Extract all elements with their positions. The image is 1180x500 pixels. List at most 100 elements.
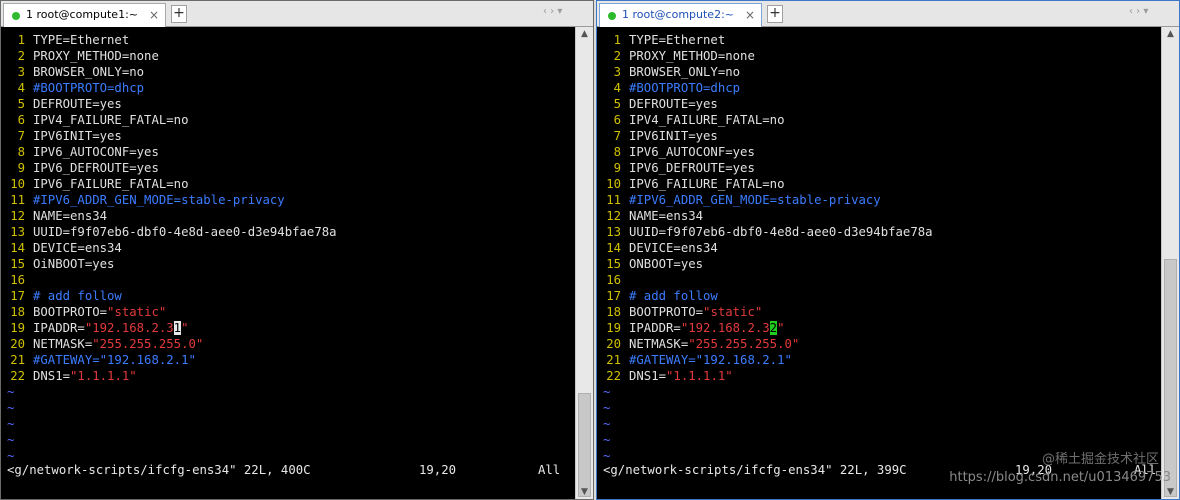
- code-line: 11 #IPV6_ADDR_GEN_MODE=stable-privacy: [597, 192, 1161, 208]
- line-text: BOOTPROTO=: [33, 305, 108, 319]
- code-line: 13 UUID=f9f07eb6-dbf0-4e8d-aee0-d3e94bfae…: [597, 224, 1161, 240]
- line-text: #GATEWAY="192.168.2.1": [629, 353, 792, 367]
- line-text: "static": [703, 305, 763, 319]
- line-text: TYPE=Ethernet: [629, 33, 726, 47]
- scrollbar[interactable]: ▲ ▼: [575, 27, 593, 499]
- line-text: DEVICE=ens34: [629, 241, 718, 255]
- terminal-pane-compute1[interactable]: 1 root@compute1:~ × + ‹ › ▾ 1 TYPE=Ethern…: [0, 0, 594, 500]
- code-line: 16: [1, 272, 575, 288]
- code-line: 19 IPADDR="192.168.2.32": [597, 320, 1161, 336]
- code-line: 5 DEFROUTE=yes: [597, 96, 1161, 112]
- line-number: 19: [606, 321, 621, 335]
- tab-scroll-nav[interactable]: ‹ › ▾: [1129, 6, 1148, 17]
- scroll-down-icon[interactable]: ▼: [1162, 487, 1179, 497]
- code-line: 7 IPV6INIT=yes: [597, 128, 1161, 144]
- code-line: 10 IPV6_FAILURE_FATAL=no: [1, 176, 575, 192]
- scrollbar[interactable]: ▲ ▼: [1161, 27, 1179, 499]
- code-line: 20 NETMASK="255.255.255.0": [597, 336, 1161, 352]
- status-scroll: All: [538, 463, 561, 477]
- terminal-screen[interactable]: 1 TYPE=Ethernet 2 PROXY_METHOD=none 3 BROWS…: [597, 27, 1161, 499]
- line-text: #BOOTPROTO=dhcp: [33, 81, 145, 95]
- code-line: 8 IPV6_AUTOCONF=yes: [597, 144, 1161, 160]
- line-text: OiNBOOT=yes: [33, 257, 115, 271]
- line-number: 19: [10, 321, 25, 335]
- line-number: 15: [10, 257, 25, 271]
- line-text: NAME=ens34: [629, 209, 704, 223]
- line-text: IPV6_DEFROUTE=yes: [33, 161, 159, 175]
- code-line: 10 IPV6_FAILURE_FATAL=no: [597, 176, 1161, 192]
- line-text: IPADDR=: [629, 321, 681, 335]
- scroll-up-icon[interactable]: ▲: [1162, 29, 1179, 39]
- line-text: BROWSER_ONLY=no: [629, 65, 741, 79]
- code-line: 4 #BOOTPROTO=dhcp: [597, 80, 1161, 96]
- line-text: IPV6INIT=yes: [33, 129, 122, 143]
- code-line: 6 IPV4_FAILURE_FATAL=no: [597, 112, 1161, 128]
- tab-label: 1 root@compute2:~: [622, 8, 734, 21]
- line-number: 1: [17, 33, 25, 47]
- code-line: 1 TYPE=Ethernet: [597, 32, 1161, 48]
- line-number: 13: [10, 225, 25, 239]
- code-line: 21 #GATEWAY="192.168.2.1": [1, 352, 575, 368]
- empty-line-marker: ~: [603, 385, 611, 399]
- line-text: IPADDR=: [33, 321, 85, 335]
- empty-line-marker: ~: [603, 417, 611, 431]
- line-number: 12: [606, 209, 621, 223]
- code-line: 9 IPV6_DEFROUTE=yes: [597, 160, 1161, 176]
- line-text: IPV6_FAILURE_FATAL=no: [629, 177, 785, 191]
- code-line: 9 IPV6_DEFROUTE=yes: [1, 160, 575, 176]
- line-text: IPV6_FAILURE_FATAL=no: [33, 177, 189, 191]
- line-number: 1: [613, 33, 621, 47]
- line-number: 11: [10, 193, 25, 207]
- terminal-screen[interactable]: 1 TYPE=Ethernet 2 PROXY_METHOD=none 3 BROWS…: [1, 27, 575, 499]
- line-text: BROWSER_ONLY=no: [33, 65, 145, 79]
- line-text: "1.1.1.1": [70, 369, 137, 383]
- line-text: PROXY_METHOD=none: [33, 49, 159, 63]
- line-number: 18: [606, 305, 621, 319]
- tab-scroll-nav[interactable]: ‹ › ▾: [543, 6, 562, 17]
- line-number: 4: [17, 81, 25, 95]
- close-icon[interactable]: ×: [149, 4, 159, 26]
- status-position: 19,20: [419, 463, 457, 477]
- line-number: 11: [606, 193, 621, 207]
- tab-compute1[interactable]: 1 root@compute1:~ ×: [3, 3, 166, 27]
- empty-line-marker: ~: [7, 385, 15, 399]
- session-connected-icon: [608, 12, 616, 20]
- line-number: 18: [10, 305, 25, 319]
- line-text: BOOTPROTO=: [629, 305, 704, 319]
- code-line: 6 IPV4_FAILURE_FATAL=no: [1, 112, 575, 128]
- add-tab-button[interactable]: +: [767, 5, 783, 23]
- tab-bar: 1 root@compute1:~ × + ‹ › ▾: [1, 1, 593, 27]
- close-icon[interactable]: ×: [745, 4, 755, 26]
- line-text: IPV4_FAILURE_FATAL=no: [629, 113, 785, 127]
- scroll-thumb[interactable]: [1164, 259, 1177, 497]
- code-line: 11 #IPV6_ADDR_GEN_MODE=stable-privacy: [1, 192, 575, 208]
- line-number: 12: [10, 209, 25, 223]
- line-number: 20: [10, 337, 25, 351]
- line-text: #GATEWAY="192.168.2.1": [33, 353, 196, 367]
- line-number: 17: [606, 289, 621, 303]
- tab-compute2[interactable]: 1 root@compute2:~ ×: [599, 3, 762, 27]
- scroll-down-icon[interactable]: ▼: [576, 487, 593, 497]
- empty-line-marker: ~: [603, 433, 611, 447]
- code-line: 17 # add follow: [597, 288, 1161, 304]
- line-text: UUID=f9f07eb6-dbf0-4e8d-aee0-d3e94bfae78…: [629, 225, 933, 239]
- code-line: 13 UUID=f9f07eb6-dbf0-4e8d-aee0-d3e94bfae…: [1, 224, 575, 240]
- status-file: <g/network-scripts/ifcfg-ens34" 22L, 400…: [7, 463, 311, 477]
- line-text: IPV6_DEFROUTE=yes: [629, 161, 755, 175]
- scroll-thumb[interactable]: [578, 393, 591, 497]
- line-text: DEVICE=ens34: [33, 241, 122, 255]
- code-line: 8 IPV6_AUTOCONF=yes: [1, 144, 575, 160]
- vim-status-line: <g/network-scripts/ifcfg-ens34" 22L, 400…: [7, 462, 567, 478]
- line-text: PROXY_METHOD=none: [629, 49, 755, 63]
- line-text: "static": [107, 305, 167, 319]
- code-line: 3 BROWSER_ONLY=no: [597, 64, 1161, 80]
- line-number: 9: [17, 161, 25, 175]
- code-line: 19 IPADDR="192.168.2.31": [1, 320, 575, 336]
- add-tab-button[interactable]: +: [171, 5, 187, 23]
- line-text: "192.168.2.3: [84, 321, 174, 335]
- scroll-up-icon[interactable]: ▲: [576, 29, 593, 39]
- line-number: 14: [10, 241, 25, 255]
- terminal-pane-compute2[interactable]: 1 root@compute2:~ × + ‹ › ▾ 1 TYPE=Ethern…: [596, 0, 1180, 500]
- line-number: 7: [613, 129, 621, 143]
- watermark-logo-text: @稀土掘金技术社区: [1041, 452, 1159, 467]
